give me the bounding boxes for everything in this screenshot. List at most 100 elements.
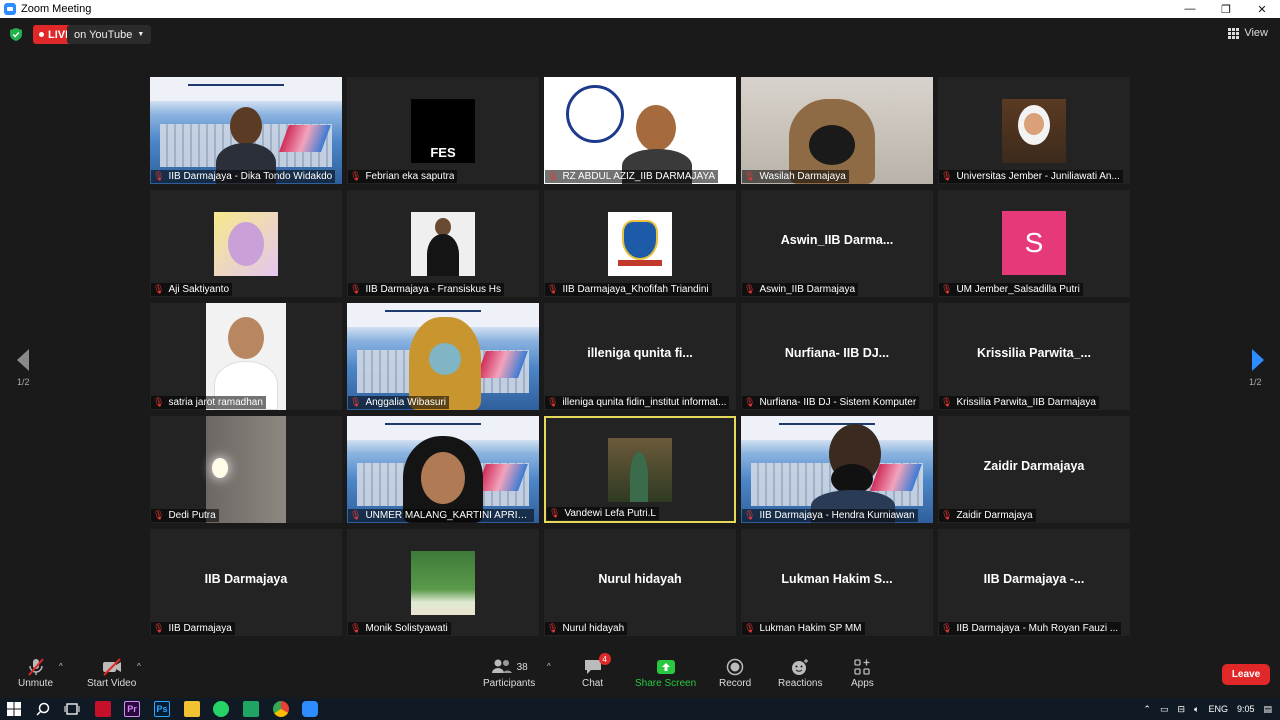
volume-icon[interactable]: 🔈︎ (1194, 704, 1199, 715)
participant-tile[interactable]: Krissilia Parwita_... 🎙︎ Krissilia Parwita… (938, 303, 1130, 410)
participant-tile[interactable]: 🎙︎ RZ ABDUL AZIZ_IIB DARMAJAYA (544, 77, 736, 184)
participant-name: Vandewi Lefa Putri.L (564, 508, 656, 519)
next-page-arrow-icon[interactable] (1248, 345, 1268, 375)
tray-overflow-icon[interactable]: ⌃ (1143, 704, 1151, 715)
participant-name-label: 🎙︎ Wasilah Darmajaya (742, 170, 849, 183)
participant-tile[interactable]: IIB Darmajaya 🎙︎ IIB Darmajaya (150, 529, 342, 636)
muted-mic-icon: 🎙︎ (744, 623, 756, 633)
battery-icon[interactable]: ▭ (1160, 704, 1169, 715)
muted-mic-icon: 🎙︎ (744, 510, 756, 520)
participant-tile[interactable]: Aswin_IIB Darma... 🎙︎ Aswin_IIB Darmajaya (741, 190, 933, 297)
leave-button[interactable]: Leave (1222, 664, 1270, 685)
start-video-button[interactable]: Start Video (87, 656, 136, 689)
participant-tile[interactable]: FES 🎙︎ Febrian eka saputra (347, 77, 539, 184)
muted-mic-icon: 🎙︎ (350, 171, 362, 181)
participant-tile[interactable]: 🎙︎ Universitas Jember - Juniliawati An... (938, 77, 1130, 184)
participant-tile[interactable]: Zaidir Darmajaya 🎙︎ Zaidir Darmajaya (938, 416, 1130, 523)
muted-mic-icon: 🎙︎ (941, 623, 953, 633)
participant-name-label: 🎙︎ Lukman Hakim SP MM (742, 622, 865, 635)
participant-tile[interactable]: S 🎙︎ UM Jember_Salsadilla Putri (938, 190, 1130, 297)
avatar-initial: S (1002, 211, 1066, 275)
participant-mask (429, 343, 461, 375)
participant-name-label: 🎙︎ Nurul hidayah (545, 622, 628, 635)
page-indicator-right: 1/2 (1249, 377, 1262, 387)
participant-tile[interactable]: 🎙︎ Aji Saktiyanto (150, 190, 342, 297)
participant-name: Aji Saktiyanto (168, 284, 230, 295)
record-button[interactable]: Record (719, 656, 751, 689)
phone-app-icon[interactable] (243, 701, 259, 717)
close-button[interactable]: ✕ (1244, 0, 1280, 18)
shield-icon[interactable] (10, 28, 22, 41)
participant-name-label: 🎙︎ Vandewi Lefa Putri.L (547, 507, 659, 520)
participant-tile[interactable]: 🎙︎ Vandewi Lefa Putri.L (544, 416, 736, 523)
participant-name-label: 🎙︎ Zaidir Darmajaya (939, 509, 1036, 522)
input-language[interactable]: ENG (1208, 704, 1228, 714)
stream-target-label: on YouTube (74, 28, 133, 41)
apps-button[interactable]: Apps (851, 656, 874, 689)
participant-name: IIB Darmajaya - Hendra Kurniawan (759, 510, 915, 521)
participant-name-label: 🎙︎ IIB Darmajaya - Dika Tondo Widakdo (151, 170, 336, 183)
participant-tile[interactable]: 🎙︎ IIB Darmajaya - Hendra Kurniawan (741, 416, 933, 523)
notifications-icon[interactable]: ▤ (1263, 704, 1272, 715)
participant-tile[interactable]: 🎙︎ Wasilah Darmajaya (741, 77, 933, 184)
participant-name-label: 🎙︎ Krissilia Parwita_IIB Darmajaya (939, 396, 1099, 409)
muted-mic-icon: 🎙︎ (941, 171, 953, 181)
zoom-taskbar-icon[interactable] (302, 701, 318, 717)
participant-tile[interactable]: 🎙︎ satria jarot ramadhan (150, 303, 342, 410)
windows-start-icon[interactable] (6, 701, 22, 717)
participant-display-name: Nurul hidayah (598, 572, 682, 586)
reactions-button[interactable]: Reactions (778, 656, 822, 689)
muted-mic-icon: 🎙︎ (153, 284, 165, 294)
participant-name: Krissilia Parwita_IIB Darmajaya (956, 397, 1096, 408)
participants-button[interactable]: 38 Participants (483, 656, 535, 689)
minimize-button[interactable]: — (1172, 0, 1208, 18)
participant-tile[interactable]: 🎙︎ Anggalia Wibasuri (347, 303, 539, 410)
view-button[interactable]: View (1228, 27, 1268, 39)
photoshop-icon[interactable]: Ps (154, 701, 170, 717)
app-red-icon[interactable] (95, 701, 111, 717)
chrome-icon[interactable] (273, 701, 289, 717)
participant-face (636, 105, 676, 151)
participant-tile[interactable]: 🎙︎ IIB Darmajaya - Dika Tondo Widakdo (150, 77, 342, 184)
page-indicator-left: 1/2 (17, 377, 30, 387)
participant-tile[interactable]: Nurfiana- IIB DJ... 🎙︎ Nurfiana- IIB DJ - … (741, 303, 933, 410)
participant-tile[interactable]: 🎙︎ Monik Solistyawati (347, 529, 539, 636)
participant-name: Anggalia Wibasuri (365, 397, 447, 408)
video-options-caret-icon[interactable]: ^ (137, 662, 141, 671)
participant-name: RZ ABDUL AZIZ_IIB DARMAJAYA (562, 171, 716, 182)
clock[interactable]: 9:05 (1237, 704, 1255, 714)
participants-options-caret-icon[interactable]: ^ (547, 662, 551, 671)
participant-name-label: 🎙︎ IIB Darmajaya - Muh Royan Fauzi ... (939, 622, 1122, 635)
profile-photo (411, 212, 475, 276)
search-icon[interactable] (35, 701, 51, 717)
stream-target-dropdown[interactable]: on YouTube ▼ (67, 25, 152, 44)
participant-tile[interactable]: Lukman Hakim S... 🎙︎ Lukman Hakim SP MM (741, 529, 933, 636)
participant-tile[interactable]: Nurul hidayah 🎙︎ Nurul hidayah (544, 529, 736, 636)
network-icon[interactable]: ⊟ (1177, 704, 1185, 715)
participant-tile[interactable]: 🎙︎ UNMER MALANG_KARTINI APRIANI (347, 416, 539, 523)
previous-page-arrow-icon[interactable] (13, 345, 33, 375)
participant-tile[interactable]: 🎙︎ IIB Darmajaya - Fransiskus Hs (347, 190, 539, 297)
participant-name: Lukman Hakim SP MM (759, 623, 862, 634)
participant-tile[interactable]: 🎙︎ Dedi Putra (150, 416, 342, 523)
muted-mic-icon: 🎙︎ (153, 623, 165, 633)
share-screen-button[interactable]: Share Screen (635, 656, 696, 689)
unmute-button[interactable]: Unmute (18, 656, 53, 689)
chat-button[interactable]: 4 Chat (582, 653, 611, 689)
file-explorer-icon[interactable] (184, 701, 200, 717)
participant-name-label: 🎙︎ Anggalia Wibasuri (348, 396, 450, 409)
video-feed (206, 416, 286, 523)
muted-mic-icon: 🎙︎ (350, 510, 362, 520)
audio-options-caret-icon[interactable]: ^ (59, 662, 63, 671)
participant-tile[interactable]: illeniga qunita fi... 🎙︎ illeniga qunita f… (544, 303, 736, 410)
participant-name-label: 🎙︎ Nurfiana- IIB DJ - Sistem Komputer (742, 396, 920, 409)
whatsapp-icon[interactable] (213, 701, 229, 717)
restore-button[interactable]: ❐ (1208, 0, 1244, 18)
premiere-icon[interactable]: Pr (124, 701, 140, 717)
muted-mic-icon: 🎙︎ (744, 171, 756, 181)
participant-name-label: 🎙︎ Universitas Jember - Juniliawati An... (939, 170, 1123, 183)
muted-mic-icon: 🎙︎ (941, 397, 953, 407)
task-view-icon[interactable] (64, 701, 80, 717)
participant-tile[interactable]: IIB Darmajaya -... 🎙︎ IIB Darmajaya - Muh … (938, 529, 1130, 636)
participant-tile[interactable]: 🎙︎ IIB Darmajaya_Khofifah Triandini (544, 190, 736, 297)
